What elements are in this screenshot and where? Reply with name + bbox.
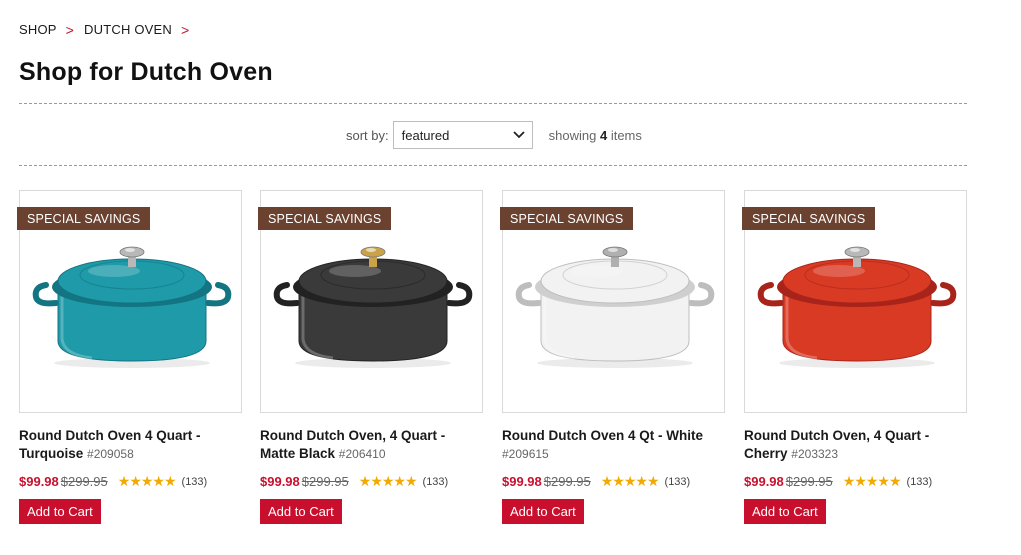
page-title: Shop for Dutch Oven <box>19 58 273 86</box>
special-savings-badge: SPECIAL SAVINGS <box>17 207 151 230</box>
product-card: SPECIAL SAVINGS Round Dutch Oven, 4 Quar… <box>258 190 483 524</box>
special-savings-badge: SPECIAL SAVINGS <box>258 207 392 230</box>
product-card: SPECIAL SAVINGS Round Dutch Oven 4 Qt - … <box>500 190 725 524</box>
sale-price: $99.98 <box>260 474 300 489</box>
product-sku: #206410 <box>338 447 386 461</box>
item-count: 4 <box>599 127 608 143</box>
price-row: $99.98 $299.95 ★★★★★ (133) <box>260 473 483 490</box>
chevron-down-icon <box>512 128 526 142</box>
product-sku: #209058 <box>87 447 134 461</box>
product-sku: #203323 <box>791 447 839 461</box>
product-image-link[interactable]: SPECIAL SAVINGS <box>258 190 483 413</box>
star-rating-icon[interactable]: ★★★★★ <box>601 473 660 490</box>
breadcrumb-shop[interactable]: SHOP <box>19 22 57 37</box>
dutch-oven-image <box>273 246 473 368</box>
review-count[interactable]: (133) <box>665 476 691 488</box>
star-rating-icon[interactable]: ★★★★★ <box>359 473 418 490</box>
product-title-link[interactable]: Round Dutch Oven 4 Qt - White #209615 <box>502 427 725 463</box>
product-title-link[interactable]: Round Dutch Oven, 4 Quart - Matte Black … <box>260 427 483 463</box>
review-count[interactable]: (133) <box>423 476 449 488</box>
chevron-right-icon: > <box>65 21 75 38</box>
special-savings-badge: SPECIAL SAVINGS <box>742 207 876 230</box>
add-to-cart-button[interactable]: Add to Cart <box>502 499 584 524</box>
price-row: $99.98 $299.95 ★★★★★ (133) <box>19 473 242 490</box>
original-price: $299.95 <box>543 474 591 489</box>
add-to-cart-button[interactable]: Add to Cart <box>19 499 101 524</box>
add-to-cart-button[interactable]: Add to Cart <box>260 499 342 524</box>
dutch-oven-image <box>757 246 957 368</box>
breadcrumb: SHOP > DUTCH OVEN > <box>19 22 199 37</box>
original-price: $299.95 <box>301 474 349 489</box>
product-title-link[interactable]: Round Dutch Oven, 4 Quart - Cherry #2033… <box>744 427 967 463</box>
product-card: SPECIAL SAVINGS Round Dutch Oven, 4 Quar… <box>742 190 967 524</box>
sort-label: sort by: <box>346 127 389 143</box>
review-count[interactable]: (133) <box>182 476 208 488</box>
chevron-right-icon: > <box>181 21 190 38</box>
sale-price: $99.98 <box>19 474 59 489</box>
product-title-link[interactable]: Round Dutch Oven 4 Quart - Turquoise #20… <box>19 427 242 463</box>
product-image-link[interactable]: SPECIAL SAVINGS <box>500 190 725 413</box>
star-rating-icon[interactable]: ★★★★★ <box>118 473 177 490</box>
star-rating-icon[interactable]: ★★★★★ <box>843 473 902 490</box>
product-name: Round Dutch Oven 4 Qt - White <box>502 428 703 443</box>
original-price: $299.95 <box>785 474 833 489</box>
divider <box>19 165 967 166</box>
product-image-link[interactable]: SPECIAL SAVINGS <box>742 190 967 413</box>
divider <box>19 103 967 104</box>
price-row: $99.98 $299.95 ★★★★★ (133) <box>744 473 967 490</box>
product-image-link[interactable]: SPECIAL SAVINGS <box>17 190 242 413</box>
breadcrumb-dutch-oven[interactable]: DUTCH OVEN <box>84 22 172 37</box>
sale-price: $99.98 <box>744 474 784 489</box>
sort-bar: sort by: featured showing 4 items <box>346 121 642 149</box>
price-row: $99.98 $299.95 ★★★★★ (133) <box>502 473 725 490</box>
original-price: $299.95 <box>60 474 108 489</box>
dutch-oven-image <box>32 246 232 368</box>
review-count[interactable]: (133) <box>907 476 933 488</box>
sale-price: $99.98 <box>502 474 542 489</box>
sort-select[interactable]: featured <box>392 121 533 149</box>
product-sku: #209615 <box>502 447 549 461</box>
dutch-oven-image <box>515 246 715 368</box>
sort-selected-value: featured <box>401 127 450 143</box>
showing-count: showing 4 items <box>548 127 642 143</box>
add-to-cart-button[interactable]: Add to Cart <box>744 499 826 524</box>
special-savings-badge: SPECIAL SAVINGS <box>500 207 634 230</box>
product-card: SPECIAL SAVINGS Round Dutch Oven 4 Quart… <box>17 190 242 524</box>
